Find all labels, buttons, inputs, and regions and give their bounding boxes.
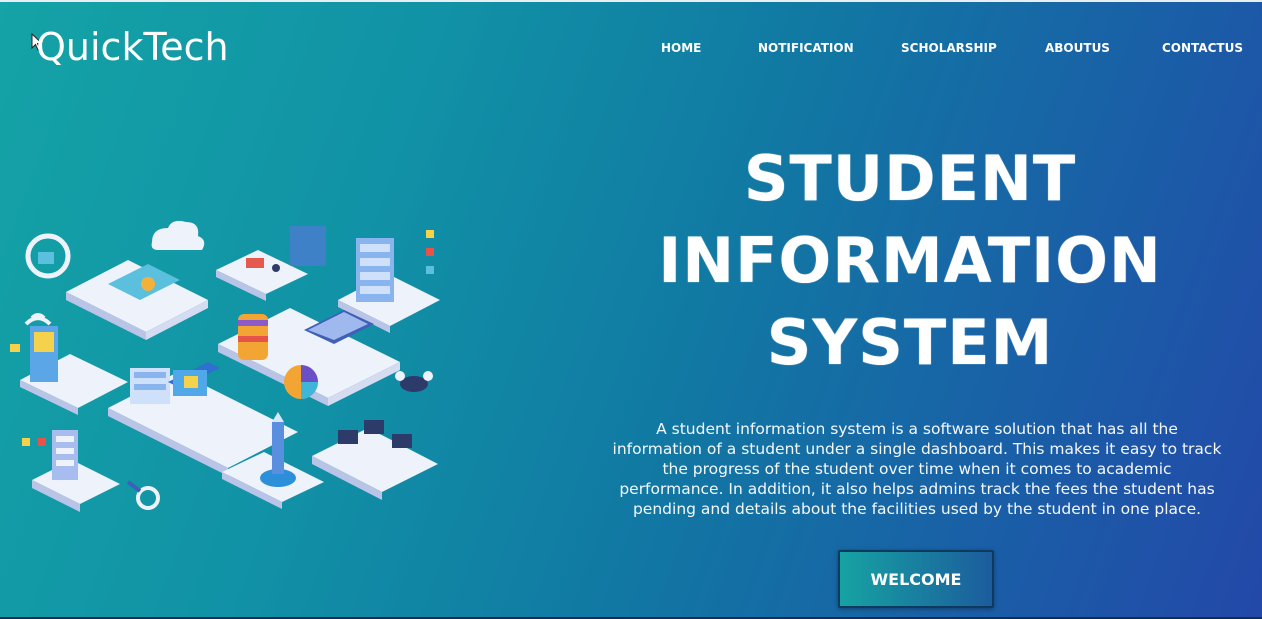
platform-left xyxy=(20,326,128,415)
nav-contactus[interactable]: CONTACTUS xyxy=(1162,41,1243,55)
platform-bottom-right xyxy=(312,420,438,500)
hero-title-line-2: INFORMATION xyxy=(658,224,1162,297)
top-border xyxy=(0,0,1262,2)
platform-top-middle xyxy=(216,226,326,301)
nav-home[interactable]: HOME xyxy=(661,41,701,55)
hero-title-line-3: SYSTEM xyxy=(766,306,1054,379)
isometric-illustration xyxy=(10,220,440,512)
nav-notification[interactable]: NOTIFICATION xyxy=(758,41,854,55)
nav-aboutus[interactable]: ABOUTUS xyxy=(1045,41,1110,55)
welcome-button[interactable]: WELCOME xyxy=(838,550,994,608)
main-nav: HOME NOTIFICATION SCHOLARSHIP ABOUTUS CO… xyxy=(0,41,1262,57)
platform-top-left xyxy=(66,260,208,340)
hero-description: A student information system is a softwa… xyxy=(612,419,1222,518)
hero-title: STUDENT INFORMATION SYSTEM xyxy=(610,138,1210,384)
nav-scholarship[interactable]: SCHOLARSHIP xyxy=(901,41,997,55)
hero-title-line-1: STUDENT xyxy=(743,142,1077,215)
